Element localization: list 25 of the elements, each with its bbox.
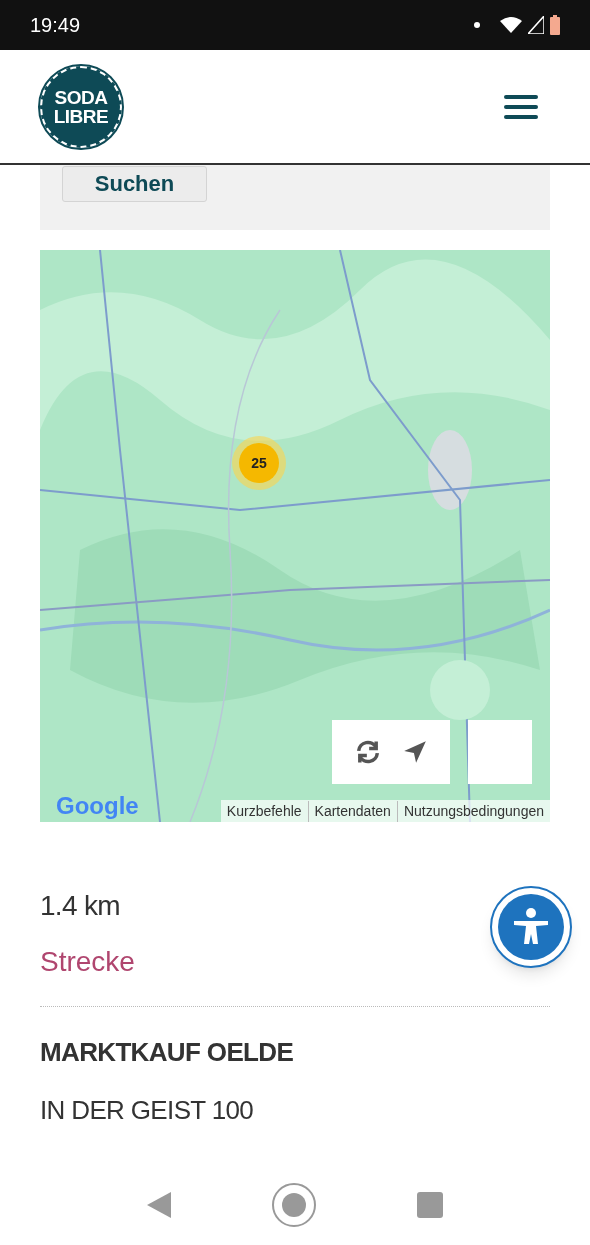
signal-icon [528,16,544,34]
logo-text: SODA [54,87,108,107]
battery-icon [550,15,560,35]
navigation-arrow-icon[interactable] [402,739,428,765]
attribution-link[interactable]: Kartendaten [307,800,397,822]
back-icon[interactable] [147,1192,171,1218]
route-link[interactable]: Strecke [40,948,135,976]
logo-text: LIBRE [53,106,109,126]
store-address: IN DER GEIST 100 [40,1097,255,1123]
cluster-count: 25 [251,453,267,473]
attribution-link[interactable]: Kurzbefehle [220,800,308,822]
search-button[interactable]: Suchen [62,166,207,202]
home-icon[interactable] [271,1182,317,1228]
accessibility-icon [498,894,564,960]
distance: 1.4 km [40,892,121,920]
menu-icon[interactable] [504,94,538,119]
google-logo: Google [56,794,139,818]
cluster-marker[interactable]: 25 [232,436,286,490]
logo[interactable]: SODA LIBRE [40,65,122,148]
store-name: MARKTKAUF OELDE [40,1039,295,1065]
clock: 19:49 [30,13,81,38]
attribution-link[interactable]: Nutzungsbedingungen [396,800,550,822]
map[interactable]: 25 Google Kurzbefehle Kartendaten Nutzungsbedingungen [40,250,550,822]
wifi-icon [500,17,522,33]
refresh-icon[interactable] [354,738,382,766]
